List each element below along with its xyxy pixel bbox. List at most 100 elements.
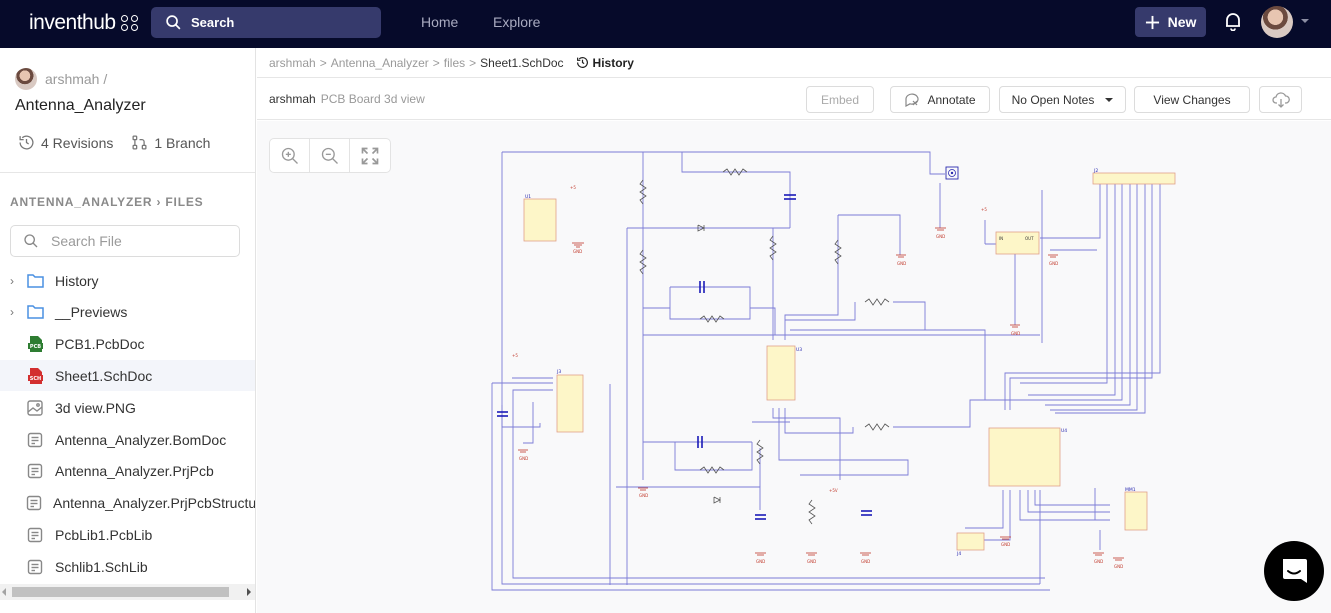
nav-home-link[interactable]: Home [421,14,458,30]
u3-label: U3 [796,347,802,353]
file-name: Antenna_Analyzer.PrjPcb [55,462,214,479]
mm1-label: MM1 [1125,487,1136,493]
file-search-input[interactable]: Search File [10,225,240,257]
breadcrumb-owner[interactable]: arshmah [269,56,316,70]
repo-title[interactable]: Antenna_Analyzer [15,97,146,115]
embed-button[interactable]: Embed [806,86,874,113]
caret-down-icon[interactable] [1301,19,1309,23]
branches-link[interactable]: 1 Branch [131,134,210,151]
document-icon [26,558,44,576]
scrollbar-thumb[interactable] [12,587,229,597]
pcb-file-icon: PCB [26,335,44,353]
file-tree-folder-previews[interactable]: › __Previews [0,296,255,327]
file-name: Sheet1.SchDoc [55,367,153,384]
j3-label: J3 [556,369,561,375]
annotate-button[interactable]: Annotate [890,86,990,113]
nav-explore-link[interactable]: Explore [493,14,540,30]
file-tree-folder-history[interactable]: › History [0,265,255,296]
breadcrumb-files[interactable]: files [444,56,465,70]
file-tree-item-sheet1[interactable]: SCH Sheet1.SchDoc [0,360,255,391]
file-tree-item-pcblib[interactable]: PcbLib1.PcbLib [0,519,255,550]
u4-chip: U4 [988,427,1067,487]
r11-resistor [808,499,816,525]
svg-text:GND: GND [756,559,765,564]
diodes [697,224,721,504]
j4-connector: J4 [956,532,985,557]
commit-author[interactable]: arshmah [269,92,316,106]
u4-label: U4 [1061,428,1067,434]
schematic-file-icon: SCH [26,367,44,385]
owner-avatar [15,68,37,90]
global-search-button[interactable]: Search [151,7,381,38]
caret-down-icon [1105,97,1114,102]
repo-owner: arshmah / [15,68,107,90]
file-viewer: arshmah > Antenna_Analyzer > files > She… [257,48,1331,613]
new-button[interactable]: New [1135,7,1206,37]
file-tree-item-pcb1[interactable]: PCB PCB1.PcbDoc [0,328,255,359]
document-icon [26,526,44,544]
u1-chip: U1 [523,194,557,242]
wires [491,151,1161,591]
scroll-right-arrow-icon[interactable] [247,588,251,596]
svg-text:+5: +5 [570,185,576,190]
repo-stats: 4 Revisions 1 Branch [18,134,210,151]
breadcrumb-repo[interactable]: Antenna_Analyzer [331,56,429,70]
top-navbar: inventhub Search Home Explore New [0,0,1331,48]
history-icon [576,57,588,68]
j2-header: J2 [1092,168,1176,185]
inventhub-logo[interactable]: inventhub [29,11,139,35]
file-name: History [55,272,99,289]
support-chat-button[interactable] [1264,541,1324,601]
svg-text:GND: GND [861,559,870,564]
repo-sidebar: arshmah / Antenna_Analyzer 4 Revisions 1… [0,48,256,613]
u2-regulator: IN OUT [995,231,1040,255]
chevron-right-icon[interactable]: › [10,305,20,319]
notes-label: No Open Notes [1011,92,1095,107]
r5-resistor [864,298,890,306]
branches-count: 1 Branch [154,134,211,151]
sidebar-horizontal-scrollbar[interactable] [0,584,255,600]
breadcrumb-separator: > [469,55,477,70]
view-changes-button[interactable]: View Changes [1134,86,1250,113]
view-changes-label: View Changes [1153,92,1231,107]
u3-chip: U3 [766,345,802,401]
cloud-download-icon [1271,91,1290,108]
owner-name-link[interactable]: arshmah / [45,71,107,87]
open-notes-dropdown[interactable]: No Open Notes [999,86,1126,113]
schematic-canvas[interactable]: U1 J3 U3 IN OUT J2 U4 MM1 J4 GND GND GND… [257,121,1331,613]
svg-text:GND: GND [807,559,816,564]
file-name: PcbLib1.PcbLib [55,526,153,543]
branch-icon [132,135,147,150]
file-tree-item-prjpcb[interactable]: Antenna_Analyzer.PrjPcb [0,455,255,486]
files-breadcrumb: ANTENNA_ANALYZER › FILES [10,195,204,209]
document-icon [26,462,44,480]
notifications-button[interactable] [1224,11,1242,36]
file-tree-item-prjpcbstructure[interactable]: Antenna_Analyzer.PrjPcbStructure [0,487,255,518]
svg-text:GND: GND [1094,559,1103,564]
chevron-right-icon[interactable]: › [10,274,20,288]
file-history-link[interactable]: History [576,56,634,70]
bell-icon [1226,13,1240,32]
revisions-link[interactable]: 4 Revisions [18,134,113,151]
embed-label: Embed [820,92,860,107]
download-button[interactable] [1259,86,1302,113]
file-tree-item-3d-view[interactable]: 3d view.PNG [0,392,255,423]
file-tree-item-bomdoc[interactable]: Antenna_Analyzer.BomDoc [0,424,255,455]
j4-label: J4 [956,551,961,557]
antenna-connector [945,166,959,180]
user-avatar[interactable] [1261,6,1293,38]
j2-label: J2 [1093,168,1098,174]
file-name: Antenna_Analyzer.BomDoc [55,431,227,448]
svg-text:PCB: PCB [29,344,40,350]
annotate-icon [905,93,920,107]
commit-message: PCB Board 3d view [320,92,425,106]
sidebar-divider [0,172,255,173]
document-icon [26,494,42,512]
scroll-left-arrow-icon[interactable] [2,588,6,596]
history-icon [19,135,34,150]
file-name: __Previews [55,303,128,320]
svg-text:GND: GND [519,456,528,461]
svg-text:GND: GND [897,261,906,266]
file-tree-item-schlib[interactable]: Schlib1.SchLib [0,551,255,582]
breadcrumb-separator: > [432,55,440,70]
